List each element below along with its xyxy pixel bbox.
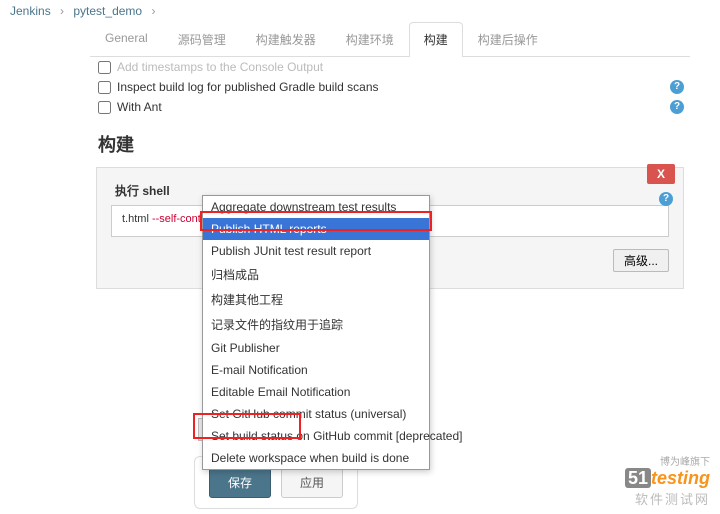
post-build-dropdown: Aggregate downstream test results Publis… xyxy=(202,195,430,470)
option-timestamps: Add timestamps to the Console Output xyxy=(90,57,690,77)
watermark: 博为峰旗下 51testing 软件测试网 xyxy=(625,453,710,508)
tab-scm[interactable]: 源码管理 xyxy=(163,22,241,56)
menu-item[interactable]: Delete workspace when build is done xyxy=(203,447,429,469)
menu-item[interactable]: E-mail Notification xyxy=(203,359,429,381)
advanced-button[interactable]: 高级... xyxy=(613,249,669,272)
menu-item[interactable]: Editable Email Notification xyxy=(203,381,429,403)
save-button[interactable]: 保存 xyxy=(209,467,271,498)
breadcrumb-project[interactable]: pytest_demo xyxy=(73,4,142,18)
menu-item[interactable]: Publish JUnit test result report xyxy=(203,240,429,262)
help-icon[interactable]: ? xyxy=(670,100,684,114)
menu-item[interactable]: 记录文件的指纹用于追踪 xyxy=(203,312,429,337)
breadcrumb: Jenkins › pytest_demo › xyxy=(0,0,720,22)
option-label: Add timestamps to the Console Output xyxy=(117,60,323,74)
checkbox[interactable] xyxy=(98,61,111,74)
breadcrumb-root[interactable]: Jenkins xyxy=(10,4,51,18)
watermark-tag: 博为峰旗下 xyxy=(625,453,710,468)
help-icon[interactable]: ? xyxy=(670,80,684,94)
cmd-text: t.html xyxy=(122,213,152,225)
menu-item[interactable]: 构建其他工程 xyxy=(203,287,429,312)
option-label: Inspect build log for published Gradle b… xyxy=(117,80,379,94)
option-label: With Ant xyxy=(117,100,162,114)
tab-env[interactable]: 构建环境 xyxy=(331,22,409,56)
menu-item[interactable]: Set build status on GitHub commit [depre… xyxy=(203,425,429,447)
tab-general[interactable]: General xyxy=(90,22,163,56)
watermark-sub: 软件测试网 xyxy=(625,489,710,508)
checkbox[interactable] xyxy=(98,81,111,94)
tab-build[interactable]: 构建 xyxy=(409,22,463,57)
apply-button[interactable]: 应用 xyxy=(281,467,343,498)
chevron-right-icon: › xyxy=(151,4,155,18)
tab-post[interactable]: 构建后操作 xyxy=(463,22,553,56)
menu-item[interactable]: Git Publisher xyxy=(203,337,429,359)
option-with-ant: With Ant ? xyxy=(90,97,690,117)
help-icon[interactable]: ? xyxy=(659,192,673,206)
tab-triggers[interactable]: 构建触发器 xyxy=(241,22,331,56)
watermark-brand: 51testing xyxy=(625,468,710,489)
config-tabs: General 源码管理 构建触发器 构建环境 构建 构建后操作 xyxy=(90,22,690,57)
menu-item[interactable]: Aggregate downstream test results xyxy=(203,196,429,218)
option-gradle-scans: Inspect build log for published Gradle b… xyxy=(90,77,690,97)
menu-item-publish-html[interactable]: Publish HTML reports xyxy=(203,218,429,240)
checkbox[interactable] xyxy=(98,101,111,114)
menu-item[interactable]: Set GitHub commit status (universal) xyxy=(203,403,429,425)
section-title-build: 构建 xyxy=(90,117,690,167)
chevron-right-icon: › xyxy=(60,4,64,18)
delete-step-button[interactable]: X xyxy=(647,164,675,184)
menu-item[interactable]: 归档成品 xyxy=(203,262,429,287)
